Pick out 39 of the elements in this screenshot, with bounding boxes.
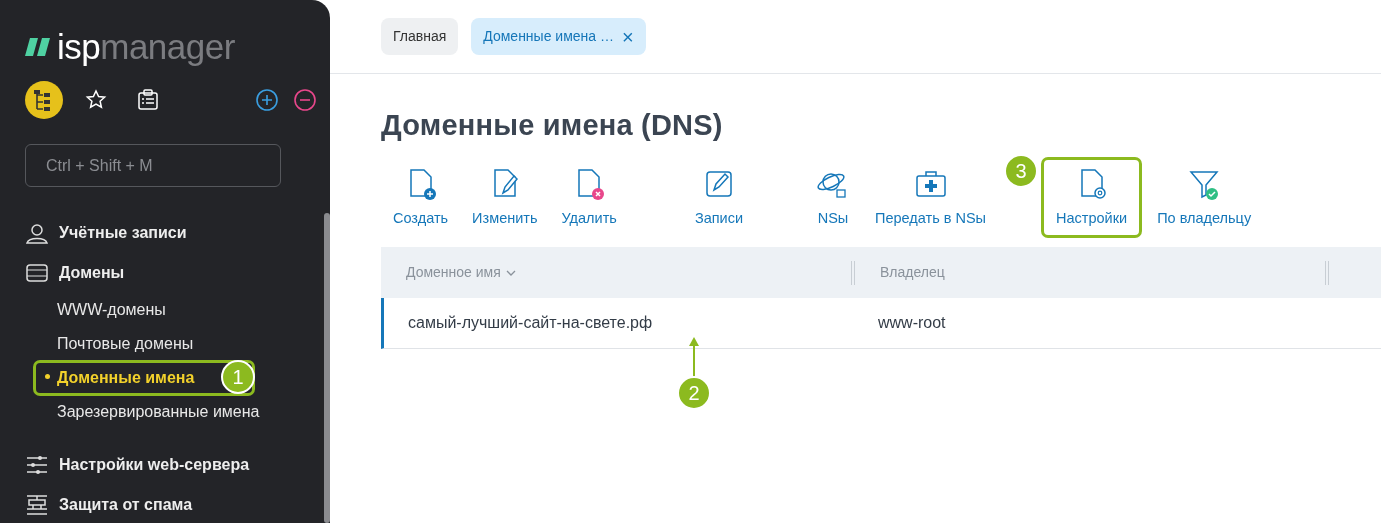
nav-item[interactable]: Почтовые домены [25, 327, 194, 361]
nav-item[interactable]: Доменные имена [25, 361, 195, 395]
tab[interactable]: Доменные имена … × [471, 18, 646, 55]
nav-item[interactable]: WWW-домены [25, 293, 166, 327]
domain-icon [25, 261, 49, 285]
toolbar-button[interactable]: Настройки [1044, 159, 1140, 236]
nav-item[interactable]: Зарезервированные имена [25, 395, 260, 429]
toolbar-button[interactable]: По владельцу [1145, 159, 1264, 236]
nav-section[interactable]: Настройки web-сервера [59, 453, 250, 477]
nav-section[interactable]: Учётные записи [59, 221, 187, 245]
expand-all-icon[interactable] [255, 88, 279, 112]
tab[interactable]: Главная [381, 18, 459, 55]
column-header[interactable]: Доменное имя [406, 262, 501, 284]
table-cell-text: самый-лучший-сайт-на-свете.рф [407, 313, 654, 334]
toolbar-button[interactable]: NSы [803, 159, 863, 236]
callout-badge: 1 [221, 360, 255, 394]
nav-section[interactable]: Защита от спама [59, 493, 193, 517]
callout-badge: 2 [677, 376, 711, 411]
logo: ispmanager [57, 25, 235, 68]
toolbar-button[interactable]: Удалить [549, 159, 629, 236]
sliders-icon [25, 453, 49, 477]
column-header[interactable]: Владелец [880, 262, 945, 284]
firewall-icon [25, 493, 49, 517]
table-row[interactable]: самый-лучший-сайт-на-свете.рф www-root [381, 298, 1381, 350]
callout-badge: 3 [1004, 153, 1039, 188]
search-field[interactable]: Ctrl + Shift + M [25, 144, 281, 187]
toolbar-button[interactable]: Создать [381, 159, 461, 236]
collapse-all-icon[interactable] [293, 88, 317, 112]
nav-section[interactable]: Домены [59, 261, 125, 285]
leader-arrow [688, 336, 700, 379]
scrollbar[interactable] [324, 213, 330, 523]
toolbar-button[interactable]: Передать в NSы [863, 159, 999, 236]
page-title: Доменные имена (DNS) [381, 108, 724, 143]
close-button[interactable]: × [622, 26, 634, 47]
toolbar-button[interactable]: Изменить [460, 159, 550, 236]
user-icon [25, 221, 49, 245]
toolbar-button[interactable]: Записи [682, 159, 755, 236]
table-cell-text: www-root [877, 313, 947, 334]
logo-icon [25, 38, 51, 56]
